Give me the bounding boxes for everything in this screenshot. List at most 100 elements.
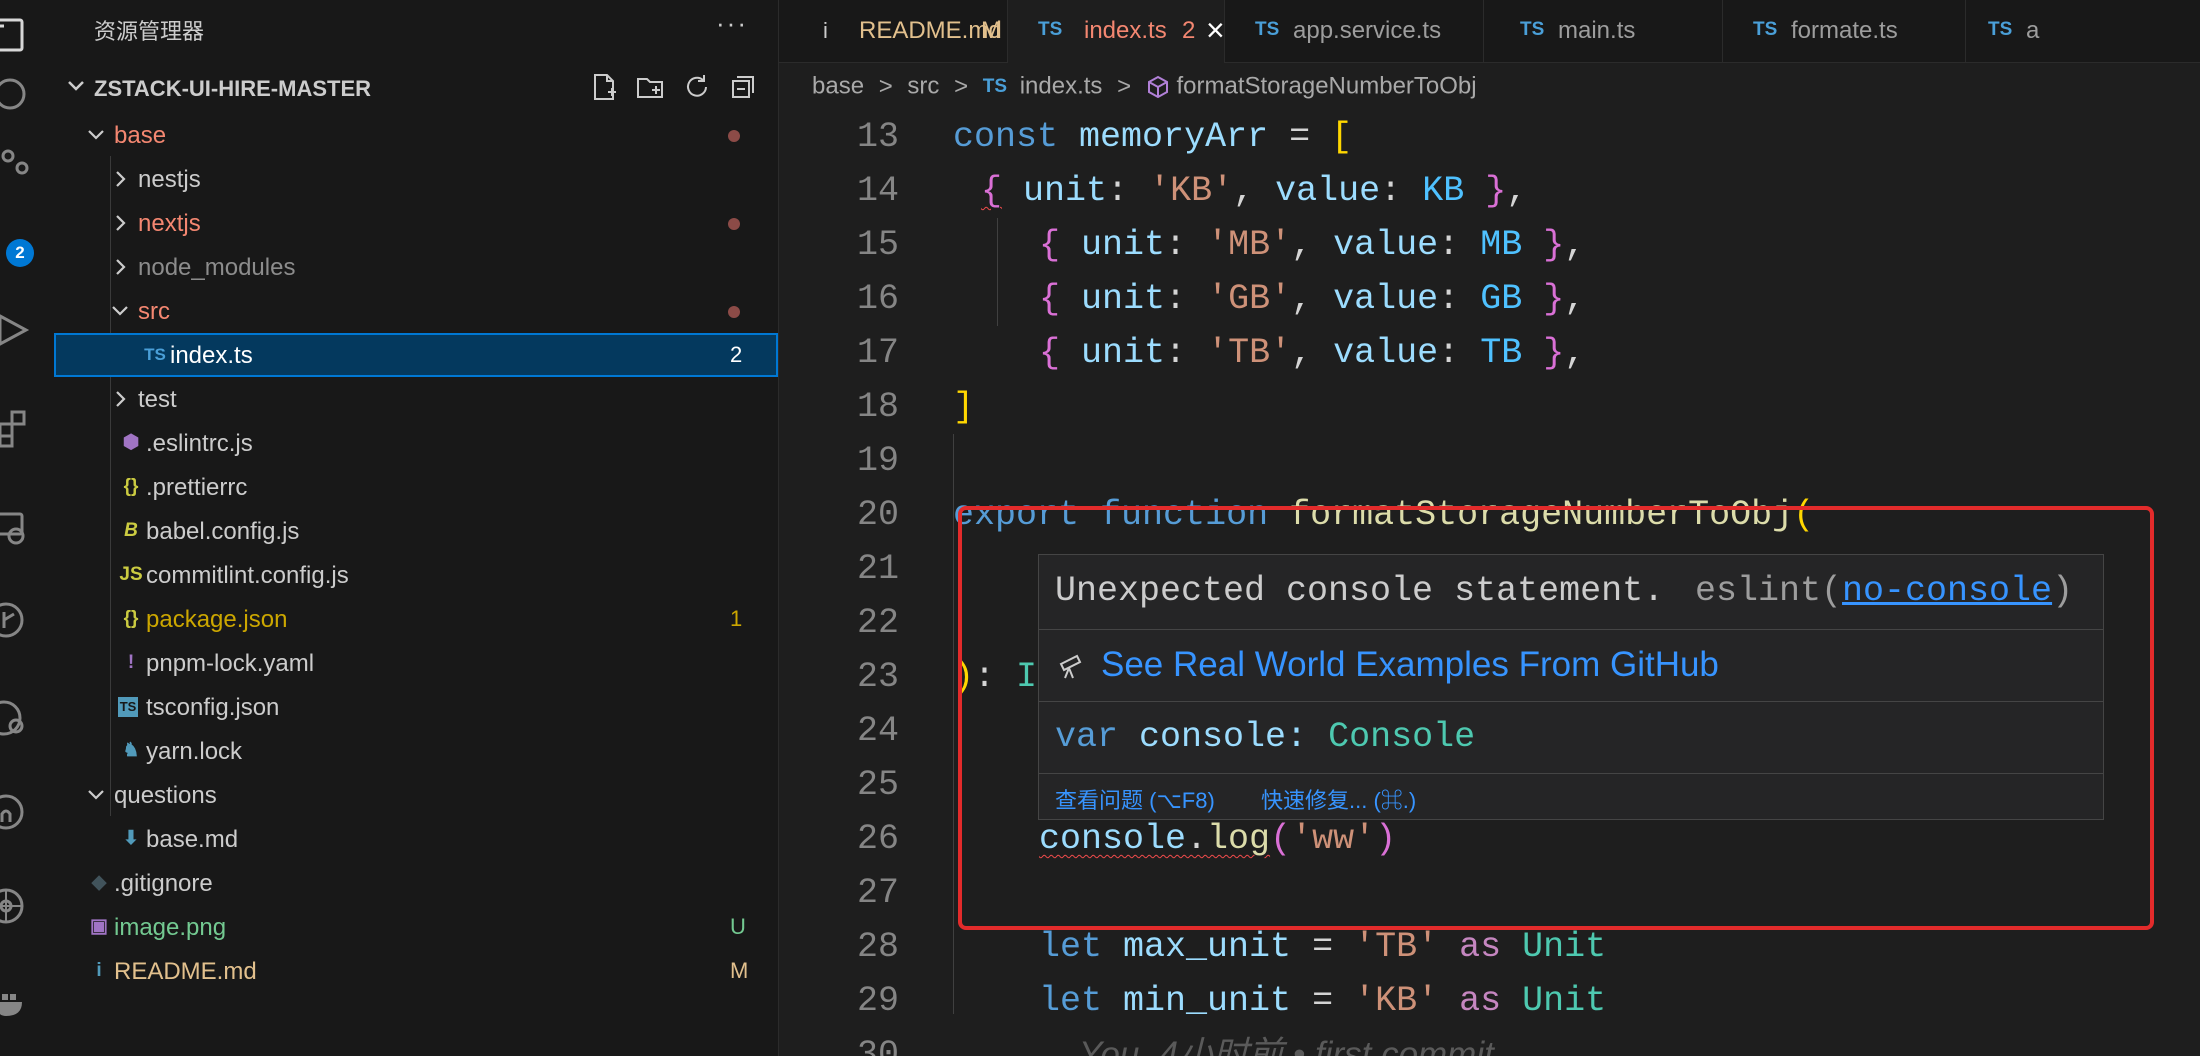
file-type-icon: ▣ <box>90 916 108 937</box>
git-graph-icon[interactable] <box>0 600 36 640</box>
chevron-down-icon <box>88 790 104 800</box>
tree-item-label: .prettierrc <box>146 474 248 501</box>
close-tab-icon[interactable]: × <box>1206 12 1225 49</box>
tree-file[interactable]: ⬢ .eslintrc.js <box>54 421 778 465</box>
workspace-root-label: ZSTACK-UI-HIRE-MASTER <box>94 76 372 101</box>
new-folder-icon[interactable] <box>635 72 667 104</box>
file-type-icon: {} <box>123 608 139 629</box>
tree-folder[interactable]: nextjs <box>54 201 778 245</box>
file-type-icon: TS <box>118 697 138 717</box>
code-line-17: { unit: 'TB', value: TB }, <box>1039 333 1586 373</box>
tree-item-label: src <box>138 298 170 325</box>
chevron-right-icon: > <box>878 72 893 100</box>
tree-item-label: nestjs <box>138 166 201 193</box>
line-number: 19 <box>856 441 899 481</box>
tree-file[interactable]: ♞ yarn.lock <box>54 729 778 773</box>
tree-item-label: node_modules <box>138 254 296 281</box>
breadcrumb-item[interactable]: base <box>812 73 864 100</box>
tab-main-ts[interactable]: TS main.ts <box>1484 0 1723 62</box>
file-type-icon: TS <box>144 345 166 364</box>
chevron-right-icon: > <box>954 72 969 100</box>
tree-item-label: index.ts <box>170 342 253 369</box>
file-type-icon: {} <box>123 476 139 497</box>
ts-file-icon: TS <box>982 75 1008 97</box>
source-control-icon[interactable] <box>0 144 36 184</box>
tab-app-service[interactable]: TS app.service.ts <box>1225 0 1484 62</box>
file-type-icon: ♞ <box>122 740 140 761</box>
new-file-icon[interactable] <box>589 72 621 104</box>
tree-file[interactable]: JS commitlint.config.js <box>54 553 778 597</box>
ts-file-icon: TS <box>1255 19 1280 40</box>
tree-file[interactable]: {} .prettierrc <box>54 465 778 509</box>
tree-item-label: pnpm-lock.yaml <box>146 650 315 677</box>
more-actions-button[interactable]: ··· <box>716 8 748 39</box>
refresh-icon[interactable] <box>682 72 714 104</box>
tree-folder[interactable]: src <box>54 289 778 333</box>
tree-file[interactable]: ! pnpm-lock.yaml <box>54 641 778 685</box>
tab-readme[interactable]: i README.md M <box>779 0 1008 62</box>
tab-formate-ts[interactable]: TS formate.ts <box>1723 0 1966 62</box>
file-type-icon: ◆ <box>91 872 107 893</box>
kubernetes-icon[interactable] <box>0 886 36 926</box>
code-line-18: ] <box>953 387 975 427</box>
breadcrumb-item[interactable]: index.ts <box>1020 73 1103 100</box>
tree-file[interactable]: ⬇ base.md <box>54 817 778 861</box>
tree-file[interactable]: ◆ .gitignore <box>54 861 778 905</box>
tree-item-label: tsconfig.json <box>146 694 280 721</box>
symbol-method-icon <box>1146 73 1170 100</box>
breadcrumb: base > src > TS index.ts > formatStorage… <box>812 72 1477 101</box>
tree-item-label: babel.config.js <box>146 518 300 545</box>
chevron-right-icon <box>116 171 126 187</box>
tree-file[interactable]: i README.md M <box>54 949 778 993</box>
file-type-icon: JS <box>119 564 143 585</box>
remote-explorer-icon[interactable] <box>0 508 36 548</box>
tree-item-label: nextjs <box>138 210 201 237</box>
tree-file[interactable]: ▣ image.png U <box>54 905 778 949</box>
tab-more[interactable]: TS a <box>1966 0 2200 62</box>
tree-item-label: test <box>138 386 177 413</box>
modified-dot-icon <box>728 306 740 318</box>
tree-folder[interactable]: nestjs <box>54 157 778 201</box>
ts-file-icon: TS <box>1520 19 1545 40</box>
tree-file[interactable]: Bbabel.config.js <box>54 509 778 553</box>
tree-item-label: base <box>114 122 167 149</box>
modified-dot-icon <box>728 218 740 230</box>
scm-badge: 2 <box>6 239 34 267</box>
chevron-down-icon <box>112 306 128 316</box>
tree-item-label: README.md <box>114 958 257 985</box>
git-decoration: 2 <box>730 342 743 367</box>
info-icon: i <box>823 18 828 43</box>
tree-folder[interactable]: questions <box>54 773 778 817</box>
tree-item-label: questions <box>114 782 217 809</box>
search-icon[interactable] <box>0 74 36 114</box>
tree-item-label: commitlint.config.js <box>146 562 349 589</box>
tree-file[interactable]: TS index.ts 2 <box>54 333 778 377</box>
git-decoration: U <box>730 914 746 939</box>
code-line-16: { unit: 'GB', value: GB }, <box>1039 279 1586 319</box>
tree-item-label: .gitignore <box>114 870 213 897</box>
editor-tabs: i README.md M TS index.ts 2 × TS app.ser… <box>779 0 2200 63</box>
tree-file[interactable]: {} package.json 1 <box>54 597 778 641</box>
tree-folder[interactable]: test <box>54 377 778 421</box>
collapse-all-icon[interactable] <box>728 72 760 104</box>
breadcrumb-item[interactable]: formatStorageNumberToObj <box>1176 73 1476 100</box>
run-debug-icon[interactable] <box>0 310 36 350</box>
code-line-14: { unit: 'KB', value: KB }, <box>981 171 1528 211</box>
tree-folder[interactable]: base <box>54 113 778 157</box>
tab-index-ts[interactable]: TS index.ts 2 × <box>1008 0 1225 63</box>
explorer-icon[interactable] <box>0 14 36 54</box>
extensions-icon[interactable] <box>0 408 36 448</box>
modified-dot-icon <box>728 130 740 142</box>
tree-folder[interactable]: node_modules <box>54 245 778 289</box>
git-blame-annotation: You, 4小时前 • first commit <box>1079 1035 1494 1056</box>
github-icon[interactable] <box>0 792 36 832</box>
chevron-down-icon <box>88 130 104 140</box>
ts-file-icon: TS <box>1038 19 1063 40</box>
docker-extension-icon[interactable] <box>0 698 36 738</box>
activity-bar: 2 <box>0 0 55 1056</box>
breadcrumb-item[interactable]: src <box>907 73 939 100</box>
tree-file[interactable]: TS tsconfig.json <box>54 685 778 729</box>
workspace-root[interactable]: ZSTACK-UI-HIRE-MASTER <box>54 70 778 106</box>
file-type-icon: ! <box>127 652 135 673</box>
docker-icon[interactable] <box>0 984 36 1024</box>
